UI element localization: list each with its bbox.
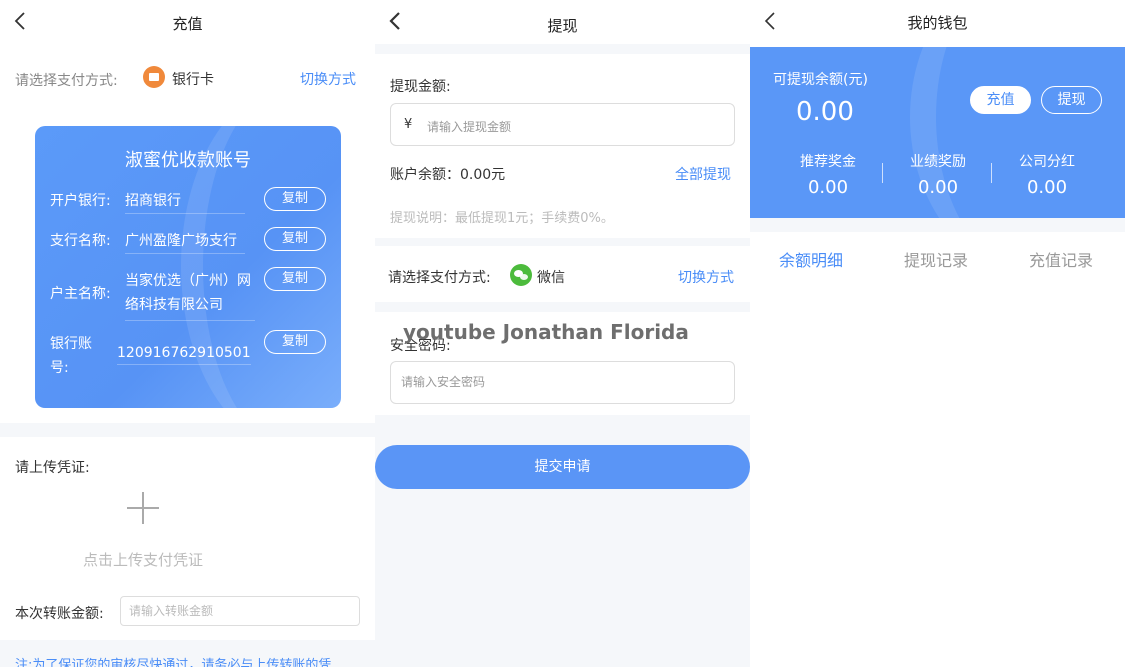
holder-name-value: 当家优选（广州）网络科技有限公司 bbox=[125, 269, 255, 321]
section-gap bbox=[750, 218, 1125, 232]
upload-hint[interactable]: 点击上传支付凭证 bbox=[0, 549, 286, 570]
pay-method-section: 请选择支付方式: 微信 切换方式 bbox=[375, 246, 750, 302]
stat-company-dividend: 公司分红 0.00 bbox=[992, 151, 1102, 198]
tab-recharge-records[interactable]: 充值记录 bbox=[1029, 247, 1093, 271]
withdraw-button[interactable]: 提现 bbox=[1041, 86, 1102, 114]
switch-method-link[interactable]: 切换方式 bbox=[300, 69, 356, 89]
stat-label: 公司分红 bbox=[1019, 154, 1075, 170]
wallet-header: 可提现余额(元) 0.00 充值 提现 推荐奖金 0.00 业绩奖励 0.00 … bbox=[750, 47, 1125, 218]
upload-note: 注:为了保证您的审核尽快通过，请务必与上传转账的凭 bbox=[15, 658, 332, 667]
watermark-text: youtube Jonathan Florida bbox=[403, 320, 689, 344]
withdraw-amount-input[interactable]: ¥ 请输入提现金额 bbox=[390, 103, 735, 146]
recharge-nav-bar: 充值 bbox=[0, 0, 375, 44]
withdraw-nav-bar: 提现 bbox=[375, 0, 750, 44]
tab-withdraw-records[interactable]: 提现记录 bbox=[904, 247, 968, 271]
account-balance: 账户余额：0.00元 bbox=[390, 167, 506, 183]
pay-method-label: 请选择支付方式: bbox=[15, 73, 118, 89]
withdraw-amount-section: 提现金额: ¥ 请输入提现金额 账户余额：0.00元 全部提现 提现说明：最低提… bbox=[375, 54, 750, 238]
record-tabs: 余额明细 提现记录 充值记录 bbox=[750, 232, 1125, 282]
page-title: 提现 bbox=[547, 17, 578, 35]
stat-value: 0.00 bbox=[807, 177, 849, 198]
submit-button[interactable]: 提交申请 bbox=[375, 445, 750, 489]
page-title: 充值 bbox=[172, 15, 203, 33]
password-input[interactable]: 请输入安全密码 bbox=[390, 361, 735, 404]
transfer-amount-label: 本次转账金额: bbox=[15, 606, 104, 622]
branch-name-label: 支行名称: bbox=[50, 233, 111, 249]
copy-account-number-button[interactable]: 复制 bbox=[264, 330, 326, 354]
available-balance-label: 可提现余额(元) bbox=[773, 72, 868, 88]
stat-referral-bonus: 推荐奖金 0.00 bbox=[773, 151, 883, 198]
stat-performance-reward: 业绩奖励 0.00 bbox=[883, 151, 993, 198]
copy-branch-name-button[interactable]: 复制 bbox=[264, 227, 326, 251]
stat-label: 业绩奖励 bbox=[910, 154, 966, 170]
available-balance-value: 0.00 bbox=[796, 97, 854, 127]
account-number-label: 银行账号: bbox=[50, 336, 92, 376]
copy-bank-name-button[interactable]: 复制 bbox=[264, 187, 326, 211]
transfer-amount-input[interactable]: 请输入转账金额 bbox=[120, 596, 360, 626]
wallet-screen: 我的钱包 可提现余额(元) 0.00 充值 提现 推荐奖金 0.00 业绩奖励 … bbox=[750, 0, 1125, 667]
withdraw-amount-label: 提现金额: bbox=[390, 79, 451, 95]
bank-card-icon bbox=[143, 66, 165, 88]
withdraw-amount-placeholder: 请输入提现金额 bbox=[427, 120, 512, 134]
wechat-icon bbox=[510, 264, 532, 286]
plus-icon[interactable] bbox=[127, 492, 159, 524]
withdraw-screen: 提现 提现金额: ¥ 请输入提现金额 账户余额：0.00元 全部提现 提现说明：… bbox=[375, 0, 750, 667]
recharge-screen: 充值 请选择支付方式: 银行卡 切换方式 淑蜜优收款账号 开户银行: 招商银行 … bbox=[0, 0, 375, 667]
stat-value: 0.00 bbox=[1026, 177, 1068, 198]
pay-method-value: 微信 bbox=[537, 270, 565, 286]
tab-balance-details[interactable]: 余额明细 bbox=[779, 247, 843, 271]
bank-account-card: 淑蜜优收款账号 开户银行: 招商银行 复制 支行名称: 广州盈隆广场支行 复制 … bbox=[35, 126, 341, 408]
branch-name-value: 广州盈隆广场支行 bbox=[125, 230, 245, 254]
upload-label: 请上传凭证: bbox=[15, 460, 90, 476]
holder-name-label: 户主名称: bbox=[50, 286, 111, 302]
bank-name-label: 开户银行: bbox=[50, 193, 111, 209]
section-gap bbox=[0, 423, 375, 437]
wallet-nav-bar: 我的钱包 bbox=[750, 0, 1125, 44]
withdraw-all-link[interactable]: 全部提现 bbox=[675, 164, 731, 184]
page-title: 我的钱包 bbox=[907, 14, 968, 32]
pay-method-label: 请选择支付方式: bbox=[388, 270, 491, 286]
stat-value: 0.00 bbox=[917, 177, 959, 198]
withdraw-description: 提现说明：最低提现1元；手续费0%。 bbox=[390, 211, 614, 226]
recharge-button[interactable]: 充值 bbox=[970, 86, 1031, 114]
account-number-value: 120916762910501 bbox=[117, 345, 251, 365]
copy-holder-name-button[interactable]: 复制 bbox=[264, 267, 326, 291]
bank-name-value: 招商银行 bbox=[125, 190, 245, 214]
currency-symbol: ¥ bbox=[404, 117, 413, 132]
pay-method-value: 银行卡 bbox=[172, 72, 214, 88]
stat-label: 推荐奖金 bbox=[800, 154, 856, 170]
switch-method-link[interactable]: 切换方式 bbox=[678, 267, 734, 287]
card-title: 淑蜜优收款账号 bbox=[125, 150, 251, 171]
